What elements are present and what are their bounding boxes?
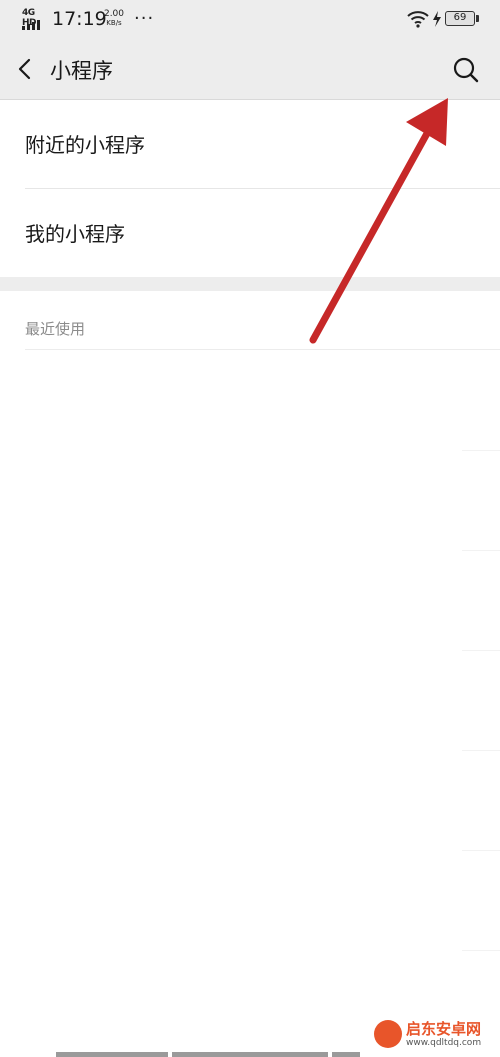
clock: 17:19 bbox=[52, 8, 107, 30]
bottom-edge bbox=[172, 1052, 328, 1057]
watermark-logo bbox=[374, 1020, 402, 1048]
speed-value: 2.00 bbox=[103, 9, 125, 19]
back-button[interactable] bbox=[10, 54, 40, 84]
divider bbox=[462, 550, 500, 551]
list-item-label: 我的小程序 bbox=[25, 222, 125, 246]
page-title: 小程序 bbox=[50, 59, 113, 83]
battery-icon: 69 bbox=[445, 11, 475, 26]
site-watermark: 启东安卓网 www.qdltdq.com bbox=[370, 1016, 498, 1054]
watermark-url: www.qdltdq.com bbox=[406, 1038, 482, 1048]
battery-level: 69 bbox=[453, 12, 467, 23]
section-gap bbox=[0, 277, 500, 291]
status-bar: 4G HD 17:19 2.00 KB/s ··· 69 bbox=[0, 0, 500, 40]
divider bbox=[462, 450, 500, 451]
charging-icon bbox=[433, 11, 441, 27]
divider bbox=[25, 349, 500, 350]
nearby-mini-programs-item[interactable]: 附近的小程序 bbox=[0, 100, 500, 188]
mini-programs-screen: 4G HD 17:19 2.00 KB/s ··· 69 小程序 附近的小程序 … bbox=[0, 0, 500, 1057]
more-notifications-icon: ··· bbox=[134, 8, 155, 29]
nav-bar: 小程序 bbox=[0, 40, 500, 100]
watermark-title: 启东安卓网 bbox=[406, 1020, 482, 1038]
battery-tip bbox=[476, 15, 479, 22]
bottom-edge bbox=[332, 1052, 360, 1057]
my-mini-programs-item[interactable]: 我的小程序 bbox=[0, 189, 500, 277]
network-speed: 2.00 KB/s bbox=[102, 10, 126, 28]
divider bbox=[462, 850, 500, 851]
bottom-edge bbox=[56, 1052, 168, 1057]
divider bbox=[462, 950, 500, 951]
divider bbox=[462, 750, 500, 751]
recently-used-header: 最近使用 bbox=[25, 320, 86, 338]
divider bbox=[462, 650, 500, 651]
search-button[interactable] bbox=[450, 54, 482, 86]
speed-unit: KB/s bbox=[106, 19, 122, 27]
signal-icon: 4G HD bbox=[22, 8, 46, 30]
wifi-icon bbox=[407, 11, 429, 28]
list-item-label: 附近的小程序 bbox=[25, 133, 145, 157]
